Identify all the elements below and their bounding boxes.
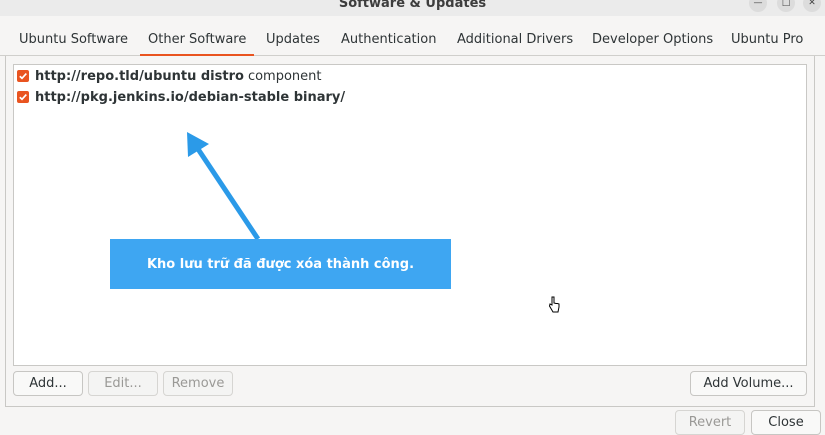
edit-button[interactable]: Edit... [88,371,158,396]
tab-ubuntu-software[interactable]: Ubuntu Software [19,32,128,56]
title-bar: Software & Updates — □ ✕ [0,0,825,16]
tab-authentication[interactable]: Authentication [341,32,436,56]
checkbox-checked-icon[interactable] [17,70,29,82]
close-button[interactable]: Close [751,410,821,435]
add-button[interactable]: Add... [13,371,83,396]
success-toast: Kho lưu trữ đã được xóa thành công. [110,239,451,289]
tab-updates[interactable]: Updates [266,32,320,56]
tab-bar: Ubuntu Software Other Software Updates A… [0,27,825,56]
tab-additional-drivers[interactable]: Additional Drivers [457,32,573,56]
tab-ubuntu-pro[interactable]: Ubuntu Pro [731,32,803,56]
source-components: component [247,68,322,84]
window-title: Software & Updates [338,0,487,11]
tab-other-software[interactable]: Other Software [140,32,255,56]
source-uri: http://repo.tld/ubuntu distro [35,68,244,84]
source-uri: http://pkg.jenkins.io/debian-stable bina… [35,89,346,105]
hand-cursor-icon [548,296,560,313]
add-volume-button[interactable]: Add Volume... [690,371,807,396]
sources-list[interactable]: http://repo.tld/ubuntu distro component … [13,64,807,366]
list-item[interactable]: http://pkg.jenkins.io/debian-stable bina… [17,87,345,107]
revert-button[interactable]: Revert [675,410,745,435]
toast-message: Kho lưu trữ đã được xóa thành công. [146,256,415,272]
tab-developer-options[interactable]: Developer Options [592,32,713,56]
list-item[interactable]: http://repo.tld/ubuntu distro component [17,66,321,86]
remove-button[interactable]: Remove [163,371,233,396]
checkbox-checked-icon[interactable] [17,91,29,103]
